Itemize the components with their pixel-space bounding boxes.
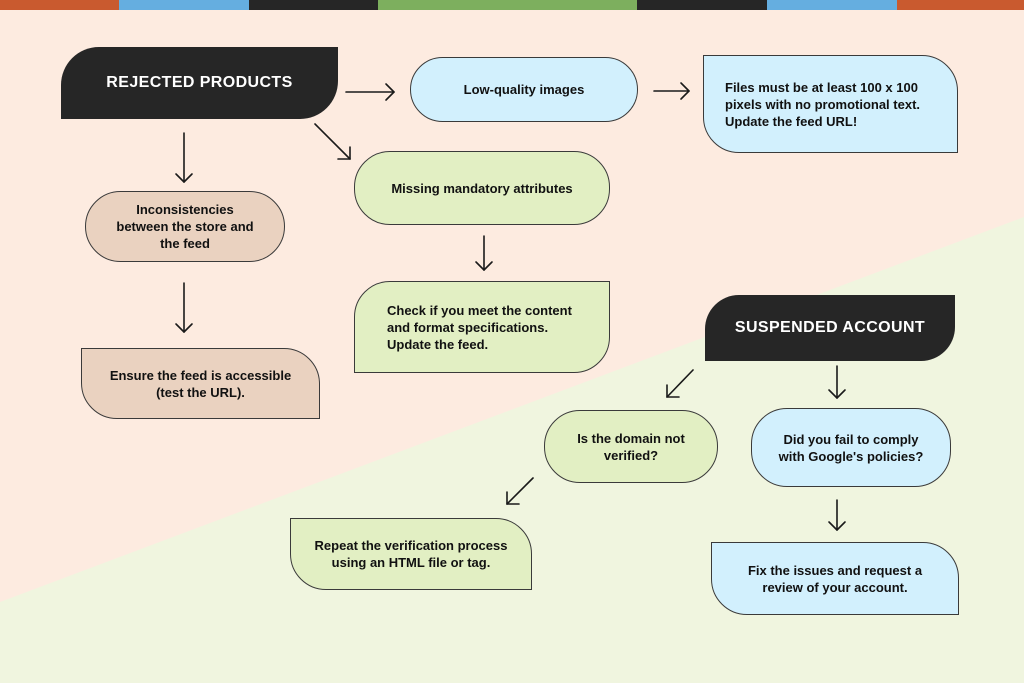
inconsistencies-node: Inconsistencies between the store and th… bbox=[85, 191, 285, 262]
policies-fix-line: review of your account. bbox=[762, 579, 908, 595]
domain-fix-line: Repeat the verification process bbox=[314, 538, 508, 553]
suspended-account-title: SUSPENDED ACCOUNT bbox=[734, 319, 926, 336]
stripe-segment-orange bbox=[897, 0, 1024, 10]
inconsistencies-fix-line: (test the URL). bbox=[156, 384, 245, 400]
missing-fix-line: and format specifications. bbox=[387, 319, 549, 335]
missing-fix-line: Check if you meet the content bbox=[387, 302, 572, 318]
missing-attributes-label: Missing mandatory attributes bbox=[391, 180, 573, 196]
rejected-products-title: REJECTED PRODUCTS bbox=[106, 74, 293, 91]
domain-not-verified-node: Is the domain not verified? bbox=[544, 410, 718, 483]
policies-line: Did you fail to comply bbox=[783, 431, 919, 447]
inconsistencies-line: the feed bbox=[160, 236, 210, 251]
missing-attributes-node: Missing mandatory attributes bbox=[354, 151, 610, 225]
missing-fix-line: Update the feed. bbox=[387, 336, 489, 352]
stripe-segment-dark bbox=[637, 0, 767, 10]
inconsistencies-line: Inconsistencies bbox=[136, 202, 234, 217]
color-stripe bbox=[0, 0, 1024, 10]
inconsistencies-line: between the store and bbox=[116, 219, 254, 234]
low-quality-fix-line: Update the feed URL! bbox=[725, 113, 858, 129]
missing-attributes-fix-node: Check if you meet the content and format… bbox=[354, 281, 610, 373]
stripe-segment-blue bbox=[767, 0, 897, 10]
low-quality-images-node: Low-quality images bbox=[410, 57, 638, 122]
low-quality-images-label: Low-quality images bbox=[463, 82, 585, 97]
stripe-segment-blue bbox=[119, 0, 249, 10]
stripe-segment-orange bbox=[0, 0, 119, 10]
inconsistencies-fix-line: Ensure the feed is accessible bbox=[109, 367, 292, 383]
domain-line: verified? bbox=[603, 447, 659, 463]
domain-line: Is the domain not bbox=[577, 430, 685, 446]
policies-line: with Google's policies? bbox=[778, 448, 924, 464]
stripe-segment-dark bbox=[249, 0, 378, 10]
suspended-account-header: SUSPENDED ACCOUNT bbox=[705, 295, 955, 361]
stripe-segment-green bbox=[378, 0, 637, 10]
policies-fix-node: Fix the issues and request a review of y… bbox=[711, 542, 959, 615]
low-quality-fix-line: pixels with no promotional text. bbox=[725, 96, 921, 112]
domain-fix-line: using an HTML file or tag. bbox=[331, 555, 491, 570]
domain-fix-node: Repeat the verification process using an… bbox=[290, 518, 532, 590]
rejected-products-header: REJECTED PRODUCTS bbox=[61, 47, 338, 119]
low-quality-fix-node: Files must be at least 100 x 100 pixels … bbox=[703, 55, 958, 153]
google-policies-node: Did you fail to comply with Google's pol… bbox=[751, 408, 951, 487]
policies-fix-line: Fix the issues and request a bbox=[747, 562, 923, 578]
low-quality-fix-line: Files must be at least 100 x 100 bbox=[725, 79, 918, 95]
inconsistencies-fix-node: Ensure the feed is accessible (test the … bbox=[81, 348, 320, 419]
